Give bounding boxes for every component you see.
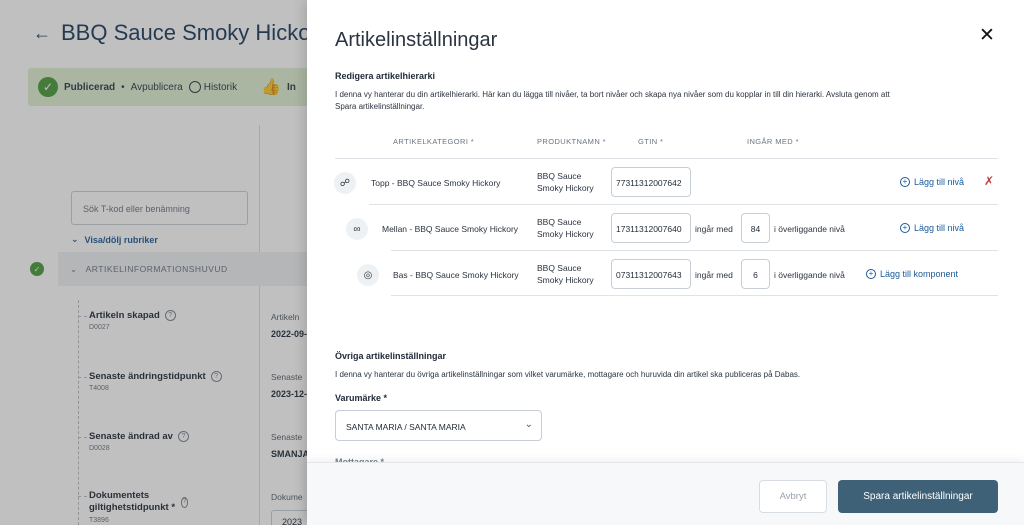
- gtin-input[interactable]: 77311312007642: [611, 167, 691, 197]
- panel-footer: Avbryt Spara artikelinställningar: [307, 462, 1024, 525]
- hierarchy-description: I denna vy hanterar du din artikelhierar…: [335, 90, 890, 111]
- col-product: PRODUKTNAMN *: [537, 137, 606, 146]
- col-gtin: GTIN *: [638, 137, 664, 146]
- quantity-input[interactable]: 6: [741, 259, 770, 289]
- row-product: BBQ Sauce Smoky Hickory: [537, 217, 594, 239]
- plus-circle-icon: +: [900, 177, 910, 187]
- col-included: INGÅR MED *: [747, 137, 799, 146]
- save-settings-button[interactable]: Spara artikelinställningar: [838, 480, 998, 513]
- level-top-icon: ☍: [334, 172, 356, 194]
- chevron-down-icon: ⌄: [524, 419, 533, 430]
- col-category: ARTIKELKATEGORI *: [393, 137, 475, 146]
- brand-label: Varumärke *: [335, 393, 388, 403]
- other-settings-description: I denna vy hanterar du övriga artikelins…: [335, 370, 801, 379]
- row-product: BBQ Sauce Smoky Hickory: [537, 171, 594, 193]
- row-category: Mellan - BBQ Sauce Smoky Hickory: [382, 224, 519, 234]
- close-icon[interactable]: ✕: [977, 26, 997, 46]
- panel-title: Artikelinställningar: [335, 29, 498, 51]
- cancel-button[interactable]: Avbryt: [759, 480, 827, 513]
- quantity-input[interactable]: 84: [741, 213, 770, 243]
- other-settings-heading: Övriga artikelinställningar: [335, 351, 447, 361]
- included-with-text: ingår med: [695, 224, 733, 234]
- brand-select[interactable]: SANTA MARIA / SANTA MARIA ⌄: [335, 410, 542, 441]
- hierarchy-heading: Redigera artikelhierarki: [335, 71, 436, 81]
- level-base-icon: ◎: [357, 264, 379, 286]
- unlink-icon[interactable]: ✗: [984, 174, 994, 188]
- gtin-input[interactable]: 07311312007643: [611, 259, 691, 289]
- gtin-input[interactable]: 17311312007640: [611, 213, 691, 243]
- add-level-link[interactable]: + Lägg till nivå: [900, 177, 964, 187]
- add-component-label: Lägg till komponent: [880, 269, 959, 279]
- article-settings-panel: Artikelinställningar ✕ Redigera artikelh…: [307, 0, 1024, 525]
- row-category: Topp - BBQ Sauce Smoky Hickory: [371, 178, 501, 188]
- modal-backdrop[interactable]: [0, 0, 307, 525]
- parent-level-text: i överliggande nivå: [774, 224, 845, 234]
- plus-circle-icon: +: [900, 223, 910, 233]
- plus-circle-icon: +: [866, 269, 876, 279]
- brand-select-value: SANTA MARIA / SANTA MARIA: [346, 422, 466, 432]
- add-level-label: Lägg till nivå: [914, 223, 965, 233]
- add-level-label: Lägg till nivå: [914, 177, 965, 187]
- row-category: Bas - BBQ Sauce Smoky Hickory: [393, 270, 519, 280]
- row-product: BBQ Sauce Smoky Hickory: [537, 263, 594, 285]
- add-component-link[interactable]: + Lägg till komponent: [866, 269, 958, 279]
- included-with-text: ingår med: [695, 270, 733, 280]
- level-middle-icon: ∞: [346, 218, 368, 240]
- add-level-link[interactable]: + Lägg till nivå: [900, 223, 964, 233]
- parent-level-text: i överliggande nivå: [774, 270, 845, 280]
